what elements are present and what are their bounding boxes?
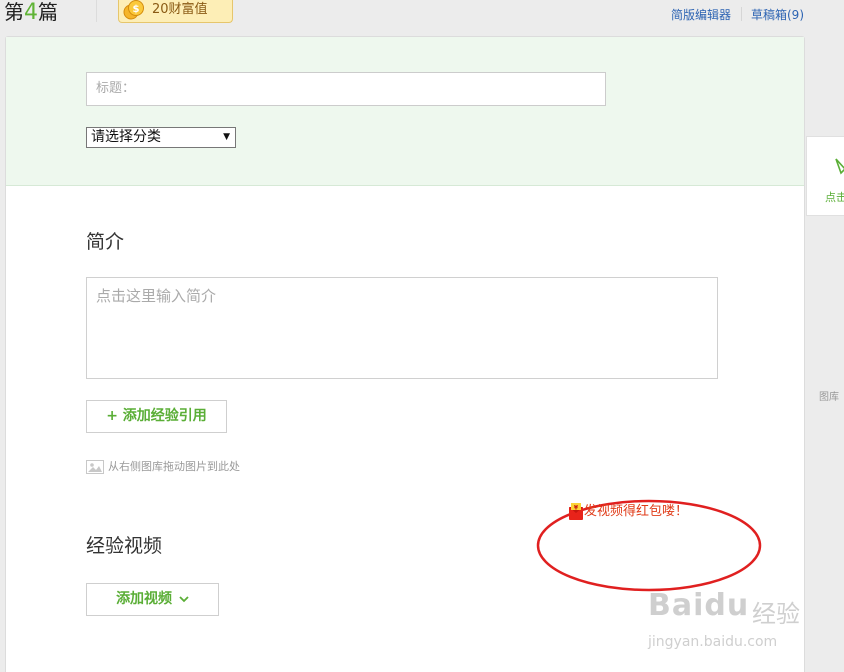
side-panel-label: 点击 — [825, 191, 844, 204]
side-panel-hint: 图库 — [819, 392, 839, 403]
title-input[interactable]: 标题： — [86, 72, 606, 106]
drag-hint-text: 从右侧图库拖动图片到此处 — [108, 460, 240, 473]
simple-editor-link[interactable]: 简版编辑器 — [671, 6, 731, 23]
red-packet-icon: ¥ — [569, 502, 583, 520]
intro-textarea[interactable]: 点击这里输入简介 — [86, 277, 718, 379]
add-video-label: 添加视频 — [116, 591, 173, 607]
watermark-brand-cn: 经验 — [752, 600, 800, 628]
intro-heading: 简介 — [86, 231, 125, 253]
coin-icon: $ — [123, 0, 144, 20]
article-count-suffix: 篇 — [38, 0, 58, 24]
chevron-down-icon — [179, 596, 189, 603]
edit-icon — [835, 158, 844, 175]
add-video-button[interactable]: 添加视频 — [86, 583, 219, 616]
drafts-link[interactable]: 草稿箱(9) — [751, 6, 804, 23]
category-select[interactable]: 请选择分类 ▼ — [86, 127, 236, 148]
dropdown-arrow-icon: ▼ — [223, 132, 230, 142]
watermark-url: jingyan.baidu.com — [648, 634, 778, 650]
side-panel-tab[interactable]: 点击 — [806, 136, 844, 216]
svg-text:$: $ — [133, 4, 140, 15]
top-bar: 第4篇 $ 20财富值 简版编辑器 草稿箱(9) — [0, 0, 844, 36]
image-icon — [86, 460, 104, 474]
wealth-badge: $ 20财富值 — [118, 0, 233, 23]
article-count: 第4篇 — [4, 0, 58, 25]
divider — [96, 0, 97, 22]
category-select-value: 请选择分类 — [91, 129, 161, 145]
add-reference-button[interactable]: + 添加经验引用 — [86, 400, 227, 433]
watermark-brand: Baidu — [648, 588, 750, 623]
title-panel: 标题： 请选择分类 ▼ — [6, 37, 804, 186]
article-count-prefix: 第 — [4, 0, 24, 24]
divider — [741, 7, 742, 21]
wealth-label: 20财富值 — [152, 2, 208, 17]
video-heading: 经验视频 — [86, 535, 163, 557]
video-promo[interactable]: ¥ 发视频得红包喽！ — [568, 500, 688, 521]
drag-hint: 从右侧图库拖动图片到此处 — [86, 459, 240, 475]
video-promo-text: 发视频得红包喽！ — [584, 504, 689, 519]
baidu-watermark: Baidu 经验 jingyan.baidu.com — [640, 584, 810, 658]
article-count-number: 4 — [24, 0, 38, 25]
